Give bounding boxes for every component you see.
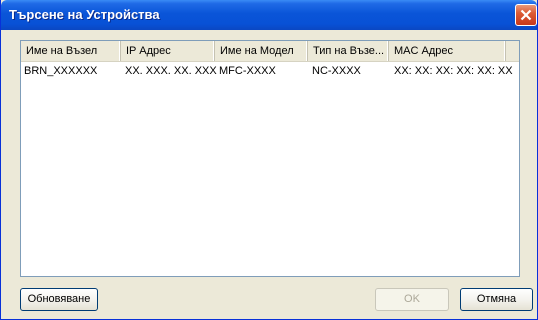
cell-node-type: NC-XXXX bbox=[312, 65, 361, 77]
list-row[interactable]: BRN_XXXXXX XX. XXX. XX. XXX MFC-XXXX NC-… bbox=[21, 63, 519, 79]
column-header-node-type[interactable]: Тип на Възе... bbox=[308, 41, 389, 61]
cell-ip-address: XX. XXX. XX. XXX bbox=[125, 65, 217, 77]
list-header: Име на Възел IP Адрес Име на Модел Тип н… bbox=[21, 41, 519, 62]
column-header-model-name[interactable]: Име на Модел bbox=[215, 41, 308, 61]
window-title: Търсене на Устройства bbox=[9, 7, 160, 22]
device-list[interactable]: Име на Възел IP Адрес Име на Модел Тип н… bbox=[20, 40, 520, 277]
title-bar[interactable]: Търсене на Устройства bbox=[1, 0, 537, 30]
ok-button[interactable]: OK bbox=[375, 288, 449, 311]
cell-model-name: MFC-XXXX bbox=[219, 65, 276, 77]
cell-mac-address: XX: XX: XX: XX: XX: XX bbox=[394, 65, 513, 77]
column-header-mac-address[interactable]: MAC Адрес bbox=[389, 41, 506, 61]
cancel-button[interactable]: Отмяна bbox=[460, 288, 533, 311]
device-search-dialog: Търсене на Устройства Име на Възел IP Ад… bbox=[0, 0, 538, 320]
cell-node-name: BRN_XXXXXX bbox=[24, 65, 98, 77]
close-button[interactable] bbox=[515, 4, 537, 26]
column-header-ip-address[interactable]: IP Адрес bbox=[121, 41, 215, 61]
column-header-node-name[interactable]: Име на Възел bbox=[21, 41, 121, 61]
column-header-filler bbox=[506, 41, 519, 61]
close-icon bbox=[520, 9, 532, 21]
refresh-button[interactable]: Обновяване bbox=[20, 288, 98, 311]
